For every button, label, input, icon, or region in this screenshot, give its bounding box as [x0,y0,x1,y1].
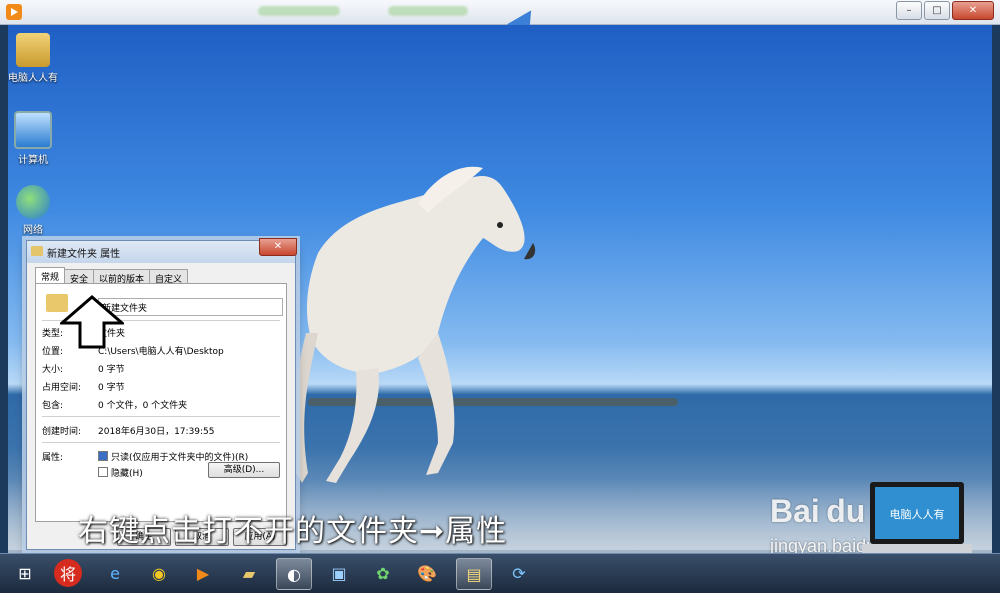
player-titlebar: – □ ✕ [0,0,1000,25]
blurred-title-segment [388,6,468,16]
dialog-close-button[interactable]: ✕ [259,238,297,256]
jiang-app-icon[interactable]: 将 [54,559,82,587]
row-created: 创建时间: 2018年6月30日，17:39:55 [42,427,215,437]
checkbox-box [98,451,108,461]
media-player-icon[interactable]: ▶ [186,558,220,588]
player-logo-icon[interactable] [6,4,22,20]
computer-icon [14,111,52,149]
row-contains: 包含: 0 个文件，0 个文件夹 [42,401,188,411]
remote-desktop-icon[interactable]: ▣ [322,558,356,588]
minimize-button[interactable]: – [896,1,922,20]
internet-explorer-icon[interactable]: e [98,558,132,588]
desktop-icon-computer[interactable]: 计算机 [8,111,63,166]
hidden-checkbox[interactable]: 隐藏(H) [98,466,143,479]
checkbox-box [98,467,108,477]
taskbar: ⊞ 将 e ◉ ▶ ▰ ◐ ▣ ✿ 🎨 ▤ ⟳ [0,553,1000,593]
desktop-icon-label: 网络 [23,225,43,236]
desktop-icon-network[interactable]: 网络 [8,185,63,236]
chrome-icon[interactable]: ◉ [142,558,176,588]
pinwheel-icon[interactable]: ✿ [366,558,400,588]
explorer-icon[interactable]: ▤ [456,558,492,590]
close-button[interactable]: ✕ [952,1,994,20]
divider [42,416,280,417]
start-orb-icon[interactable]: ⊞ [8,558,42,588]
window-controls: – □ ✕ [896,1,994,20]
folder-name-field[interactable] [98,298,283,316]
browser-app-icon[interactable]: ◐ [276,558,312,590]
horse-image [292,166,536,483]
sync-app-icon[interactable]: ⟳ [502,558,536,588]
advanced-button[interactable]: 高级(D)... [208,462,280,478]
dialog-titlebar: 新建文件夹 属性 ✕ [27,238,297,263]
desktop-icon-label: 电脑人人有 [8,73,58,84]
folder-icon [31,246,43,256]
folder-app-icon[interactable]: ▰ [232,558,266,588]
row-size: 大小: 0 字节 [42,365,125,375]
properties-dialog: 新建文件夹 属性 ✕ 常规 安全 以前的版本 自定义 类型:文件夹 位置:C:\… [26,238,297,550]
blurred-title-segment [258,6,340,16]
maximize-button[interactable]: □ [924,1,950,20]
user-folder-icon [16,33,50,67]
paint-icon[interactable]: 🎨 [410,558,444,588]
dialog-title: 新建文件夹 属性 [47,249,121,260]
desktop-icon-user[interactable]: 电脑人人有 [8,33,63,84]
annotation-arrow-icon [60,295,124,349]
desktop-icon-label: 计算机 [18,155,48,166]
laptop-text: 电脑人人有 [890,507,945,521]
tutorial-caption: 右键点击打不开的文件夹➞属性 [78,514,508,549]
row-size-on-disk: 占用空间: 0 字节 [42,383,125,393]
network-icon [16,185,50,219]
laptop-logo-icon: 电脑人人有 [862,482,972,554]
attributes-label: 属性: [42,453,64,463]
divider [42,442,280,443]
